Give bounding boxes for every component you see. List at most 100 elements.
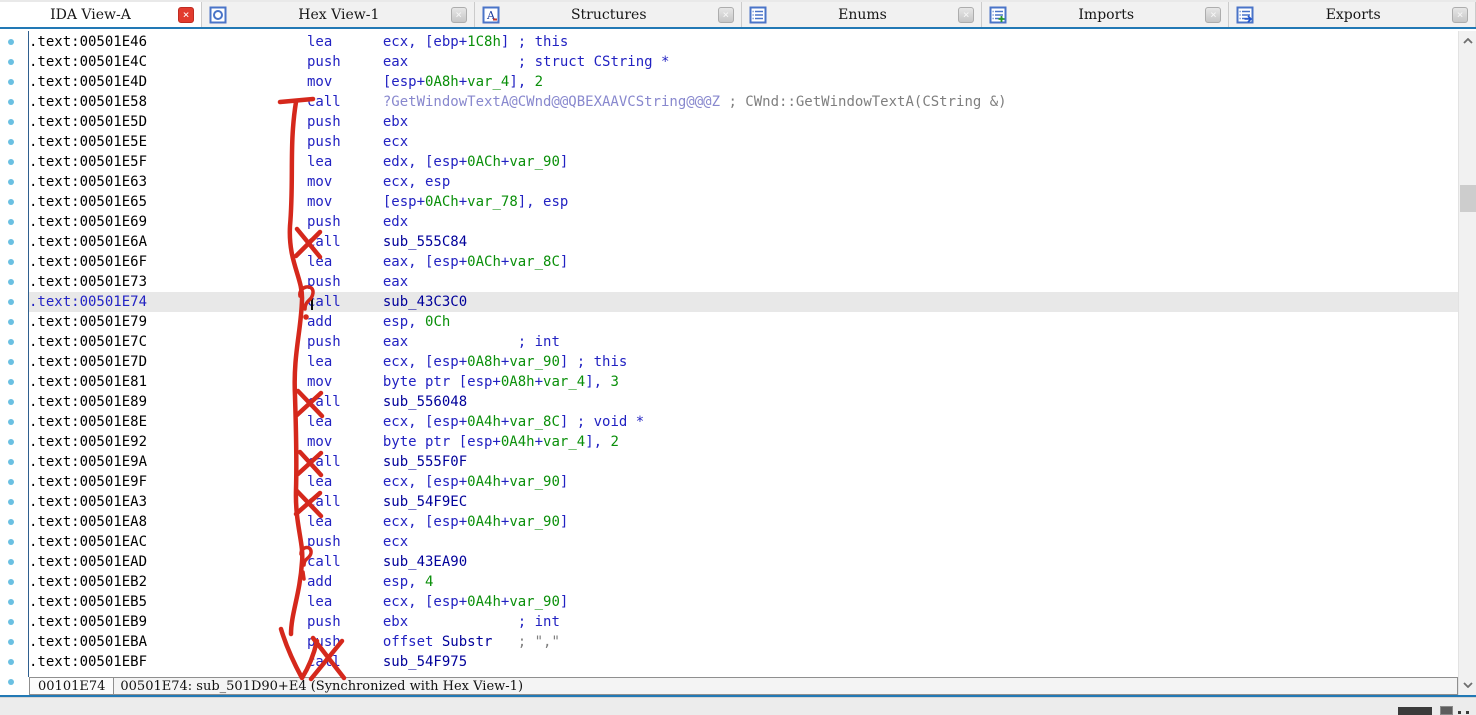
- code-segment: lea: [307, 474, 383, 490]
- disasm-line[interactable]: .text:00501E65mov [esp+0ACh+var_78], esp: [29, 192, 1458, 212]
- disasm-line[interactable]: .text:00501E9Acall sub_555F0F: [29, 452, 1458, 472]
- code-segment: ; this: [518, 34, 569, 50]
- disasm-line[interactable]: .text:00501E58call ?GetWindowTextA@CWnd@…: [29, 92, 1458, 112]
- code-segment: ecx, [esp+: [383, 594, 467, 610]
- disasm-line[interactable]: .text:00501EACpush ecx: [29, 532, 1458, 552]
- code-segment: 0A4h: [467, 594, 501, 610]
- code-segment: edx: [383, 214, 408, 230]
- code-segment: sub_556048: [383, 394, 467, 410]
- disasm-line[interactable]: .text:00501E92mov byte ptr [esp+0A4h+var…: [29, 432, 1458, 452]
- disasm-line[interactable]: .text:00501E7Cpush eax ; int: [29, 332, 1458, 352]
- address: .text:00501E4D: [29, 72, 307, 92]
- disasm-line[interactable]: .text:00501EB5lea ecx, [esp+0A4h+var_90]: [29, 592, 1458, 612]
- disasm-line[interactable]: .text:00501EADcall sub_43EA90: [29, 552, 1458, 572]
- vertical-scrollbar[interactable]: [1458, 31, 1476, 695]
- disasm-line[interactable]: .text:00501EA8lea ecx, [esp+0A4h+var_90]: [29, 512, 1458, 532]
- disasm-line[interactable]: .text:00501E4Cpush eax ; struct CString …: [29, 52, 1458, 72]
- address: .text:00501E6F: [29, 252, 307, 272]
- text-cursor: [311, 294, 313, 310]
- disasm-line[interactable]: .text:00501EB2add esp, 4: [29, 572, 1458, 592]
- tab-close-button[interactable]: ×: [1452, 7, 1468, 23]
- disasm-line[interactable]: .text:00501E9Flea ecx, [esp+0A4h+var_90]: [29, 472, 1458, 492]
- code-segment: ebx: [383, 614, 408, 630]
- disasm-line[interactable]: .text:00501E6Flea eax, [esp+0ACh+var_8C]: [29, 252, 1458, 272]
- line-marker-dot: [8, 619, 14, 625]
- disasm-line[interactable]: .text:00501E73push eax: [29, 272, 1458, 292]
- code-segment: 2: [535, 74, 543, 90]
- tab-close-button[interactable]: ×: [451, 7, 467, 23]
- code-segment: var_90: [509, 514, 560, 530]
- code-segment: var_90: [509, 594, 560, 610]
- disassembly-listing[interactable]: .text:00501E46lea ecx, [ebp+1C8h] ; this…: [29, 32, 1458, 672]
- taskbar-icon: [1466, 711, 1469, 714]
- disasm-line[interactable]: .text:00501E5Dpush ebx: [29, 112, 1458, 132]
- code-segment: ; struct CString *: [518, 54, 670, 70]
- disasm-line[interactable]: .text:00501E69push edx: [29, 212, 1458, 232]
- scrollbar-up-arrow[interactable]: [1459, 33, 1476, 49]
- disasm-line[interactable]: .text:00501EB9push ebx ; int: [29, 612, 1458, 632]
- address: .text:00501EAC: [29, 532, 307, 552]
- code-segment: [408, 54, 518, 70]
- disasm-line[interactable]: .text:00501E8Elea ecx, [esp+0A4h+var_8C]…: [29, 412, 1458, 432]
- disasm-line[interactable]: .text:00501EA3call sub_54F9EC: [29, 492, 1458, 512]
- tab-hex-view-1[interactable]: Hex View-1×: [202, 2, 475, 27]
- code-segment: 1C8h: [467, 34, 501, 50]
- tab-structures[interactable]: AStructures×: [475, 2, 742, 27]
- tab-close-button[interactable]: ×: [178, 7, 194, 23]
- disasm-line[interactable]: .text:00501EBApush offset Substr ; ",": [29, 632, 1458, 652]
- code-segment: ecx: [383, 134, 408, 150]
- disasm-line[interactable]: .text:00501E63mov ecx, esp: [29, 172, 1458, 192]
- taskbar-icon: [1458, 711, 1461, 714]
- code-segment: 0A8h: [501, 374, 535, 390]
- code-segment: push: [307, 634, 383, 650]
- address: .text:00501E6A: [29, 232, 307, 252]
- tab-close-button[interactable]: ×: [1205, 7, 1221, 23]
- code-segment: +: [535, 434, 543, 450]
- address: .text:00501EB9: [29, 612, 307, 632]
- code-segment: lea: [307, 254, 383, 270]
- line-marker-dot: [8, 159, 14, 165]
- code-segment: push: [307, 274, 383, 290]
- tab-enums[interactable]: Enums×: [742, 2, 982, 27]
- tab-close-button[interactable]: ×: [958, 7, 974, 23]
- code-segment: push: [307, 214, 383, 230]
- line-marker-dot: [8, 119, 14, 125]
- disasm-line[interactable]: .text:00501E79add esp, 0Ch: [29, 312, 1458, 332]
- disasm-line[interactable]: .text:00501E6Acall sub_555C84: [29, 232, 1458, 252]
- address: .text:00501EBA: [29, 632, 307, 652]
- scrollbar-thumb[interactable]: [1460, 185, 1476, 212]
- code-segment: var_8C: [509, 254, 560, 270]
- address: .text:00501E79: [29, 312, 307, 332]
- code-segment: ]: [560, 594, 568, 610]
- line-marker-dot: [8, 399, 14, 405]
- line-marker-dot: [8, 39, 14, 45]
- code-segment: ; CWnd::GetWindowTextA(CString &): [728, 94, 1006, 110]
- tab-close-button[interactable]: ×: [718, 7, 734, 23]
- disasm-line[interactable]: .text:00501E5Epush ecx: [29, 132, 1458, 152]
- disasm-line[interactable]: .text:00501E81mov byte ptr [esp+0A8h+var…: [29, 372, 1458, 392]
- code-segment: [esp+: [383, 194, 425, 210]
- tab-exports[interactable]: Exports×: [1229, 2, 1476, 27]
- status-bar: 00101E74 00501E74: sub_501D90+E4 (Synchr…: [29, 677, 1458, 695]
- disasm-line[interactable]: .text:00501E4Dmov [esp+0A8h+var_4], 2: [29, 72, 1458, 92]
- line-marker-dot: [8, 259, 14, 265]
- code-segment: 0A8h: [467, 354, 501, 370]
- disasm-line[interactable]: .text:00501EBFcall sub_54F975: [29, 652, 1458, 672]
- scrollbar-down-arrow[interactable]: [1459, 677, 1476, 693]
- code-segment: ebx: [383, 114, 408, 130]
- code-segment: var_90: [509, 474, 560, 490]
- code-segment: +: [459, 194, 467, 210]
- disasm-line[interactable]: .text:00501E46lea ecx, [ebp+1C8h] ; this: [29, 32, 1458, 52]
- tab-ida-view-a[interactable]: IDA View-A×: [0, 2, 202, 27]
- disasm-line[interactable]: .text:00501E89call sub_556048: [29, 392, 1458, 412]
- disasm-line[interactable]: .text:00501E7Dlea ecx, [esp+0A8h+var_90]…: [29, 352, 1458, 372]
- code-segment: ], esp: [518, 194, 569, 210]
- code-segment: [509, 34, 517, 50]
- disasm-line[interactable]: .text:00501E5Flea edx, [esp+0ACh+var_90]: [29, 152, 1458, 172]
- tab-imports[interactable]: Imports×: [982, 2, 1229, 27]
- code-segment: ],: [509, 74, 534, 90]
- code-segment: ],: [585, 374, 610, 390]
- line-marker-dot: [8, 659, 14, 665]
- code-segment: ; void *: [577, 414, 644, 430]
- disasm-line-current[interactable]: .text:00501E74call sub_43C3C0: [29, 292, 1458, 312]
